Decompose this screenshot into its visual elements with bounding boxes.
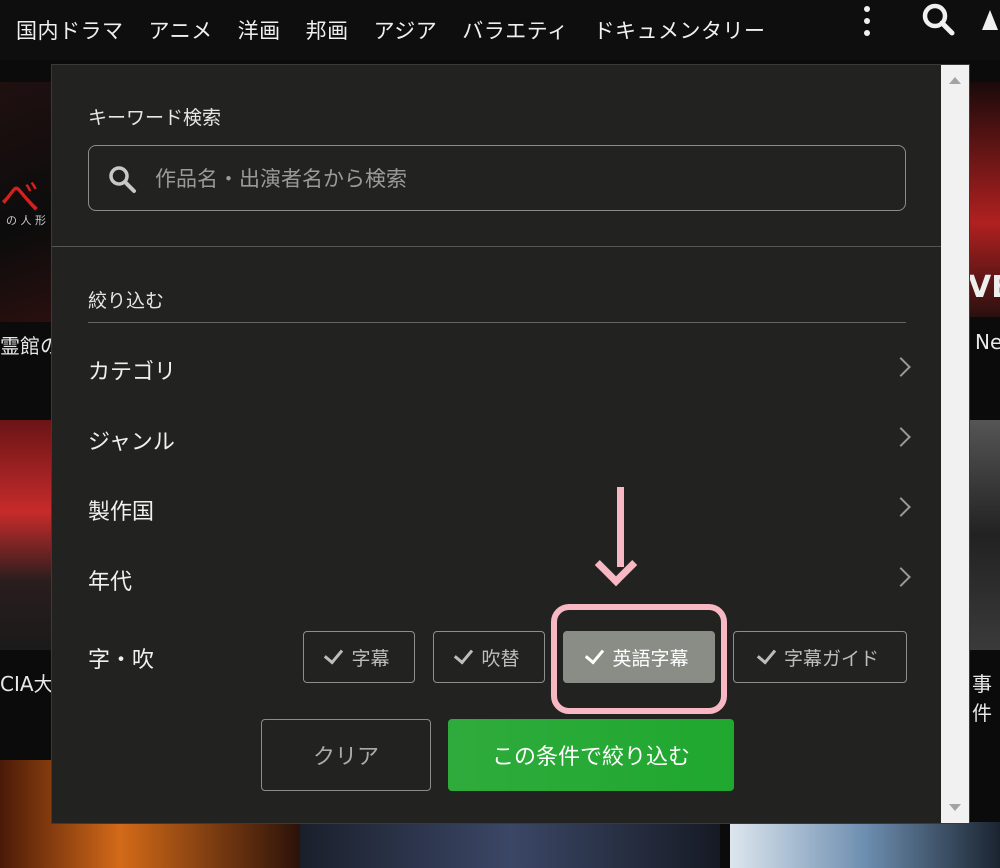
keyword-search-label: キーワード検索	[88, 107, 222, 129]
clear-button[interactable]: クリア	[261, 719, 431, 791]
search-filter-panel: キーワード検索 絞り込む カテゴリ ジャンル 製作国 年代 字・吹 字幕 吹替 …	[51, 64, 970, 824]
poster-thumbnail[interactable]	[0, 420, 52, 650]
nav-item-asia[interactable]: アジア	[374, 15, 438, 45]
subtitle-dub-label: 字・吹	[88, 648, 155, 673]
panel-scrollbar[interactable]	[941, 65, 969, 823]
nav-items: 国内ドラマ アニメ 洋画 邦画 アジア バラエティ ドキュメンタリー	[0, 0, 791, 60]
poster-caption[interactable]: CIA大	[0, 668, 54, 697]
scroll-down-icon[interactable]	[949, 804, 961, 811]
scroll-up-icon[interactable]	[949, 77, 961, 84]
poster-title-text: VE	[968, 270, 1000, 305]
annotation-highlight-box	[551, 604, 727, 714]
filter-row-country[interactable]: 製作国	[88, 486, 911, 536]
option-label: 字幕ガイド	[783, 647, 879, 670]
chevron-right-icon	[891, 497, 911, 517]
poster-thumbnail[interactable]	[970, 420, 1000, 650]
nav-item-documentary[interactable]: ドキュメンタリー	[594, 15, 766, 45]
check-icon	[324, 644, 344, 665]
nav-item-variety[interactable]: バラエティ	[462, 15, 568, 45]
filter-row-label: 年代	[88, 570, 133, 595]
chevron-right-icon	[891, 567, 911, 587]
nav-item-western-movies[interactable]: 洋画	[238, 15, 281, 45]
filter-row-genre[interactable]: ジャンル	[88, 416, 911, 466]
nav-item-anime[interactable]: アニメ	[149, 15, 213, 45]
option-dubbed-button[interactable]: 吹替	[433, 631, 545, 683]
option-subtitle-guide-button[interactable]: 字幕ガイド	[733, 631, 907, 683]
poster-caption[interactable]: 事件	[972, 668, 1000, 726]
search-icon[interactable]	[918, 0, 958, 40]
poster-thumbnail[interactable]	[300, 822, 720, 868]
filter-row-category[interactable]: カテゴリ	[88, 346, 911, 396]
check-icon	[756, 644, 777, 665]
nav-item-japanese-movies[interactable]: 邦画	[306, 15, 349, 45]
more-menu-icon[interactable]	[858, 6, 876, 36]
nav-item-domestic-drama[interactable]: 国内ドラマ	[16, 15, 124, 45]
apply-filter-button[interactable]: この条件で絞り込む	[448, 719, 734, 791]
section-divider	[52, 246, 942, 247]
chevron-right-icon	[891, 427, 911, 447]
option-subtitles-button[interactable]: 字幕	[303, 631, 415, 683]
filter-row-label: カテゴリ	[88, 360, 177, 385]
filter-row-label: 製作国	[88, 500, 155, 525]
poster-caption[interactable]: Ne	[975, 330, 1000, 354]
chevron-right-icon	[891, 357, 911, 377]
filter-section-label: 絞り込む	[88, 290, 165, 312]
poster-thumbnail[interactable]	[730, 822, 1000, 868]
filter-row-era[interactable]: 年代	[88, 556, 911, 606]
filter-row-label: ジャンル	[88, 430, 175, 455]
option-label: 吹替	[481, 647, 520, 670]
section-divider	[88, 322, 906, 323]
user-icon[interactable]	[980, 8, 1000, 32]
top-nav: 国内ドラマ アニメ 洋画 邦画 アジア バラエティ ドキュメンタリー	[0, 0, 1000, 60]
keyword-search-box[interactable]	[88, 145, 906, 212]
keyword-search-input[interactable]	[153, 146, 897, 212]
poster-subtitle-text: の 人 形	[6, 214, 46, 227]
check-icon	[454, 644, 474, 665]
option-label: 字幕	[351, 647, 390, 670]
search-icon	[109, 166, 136, 193]
